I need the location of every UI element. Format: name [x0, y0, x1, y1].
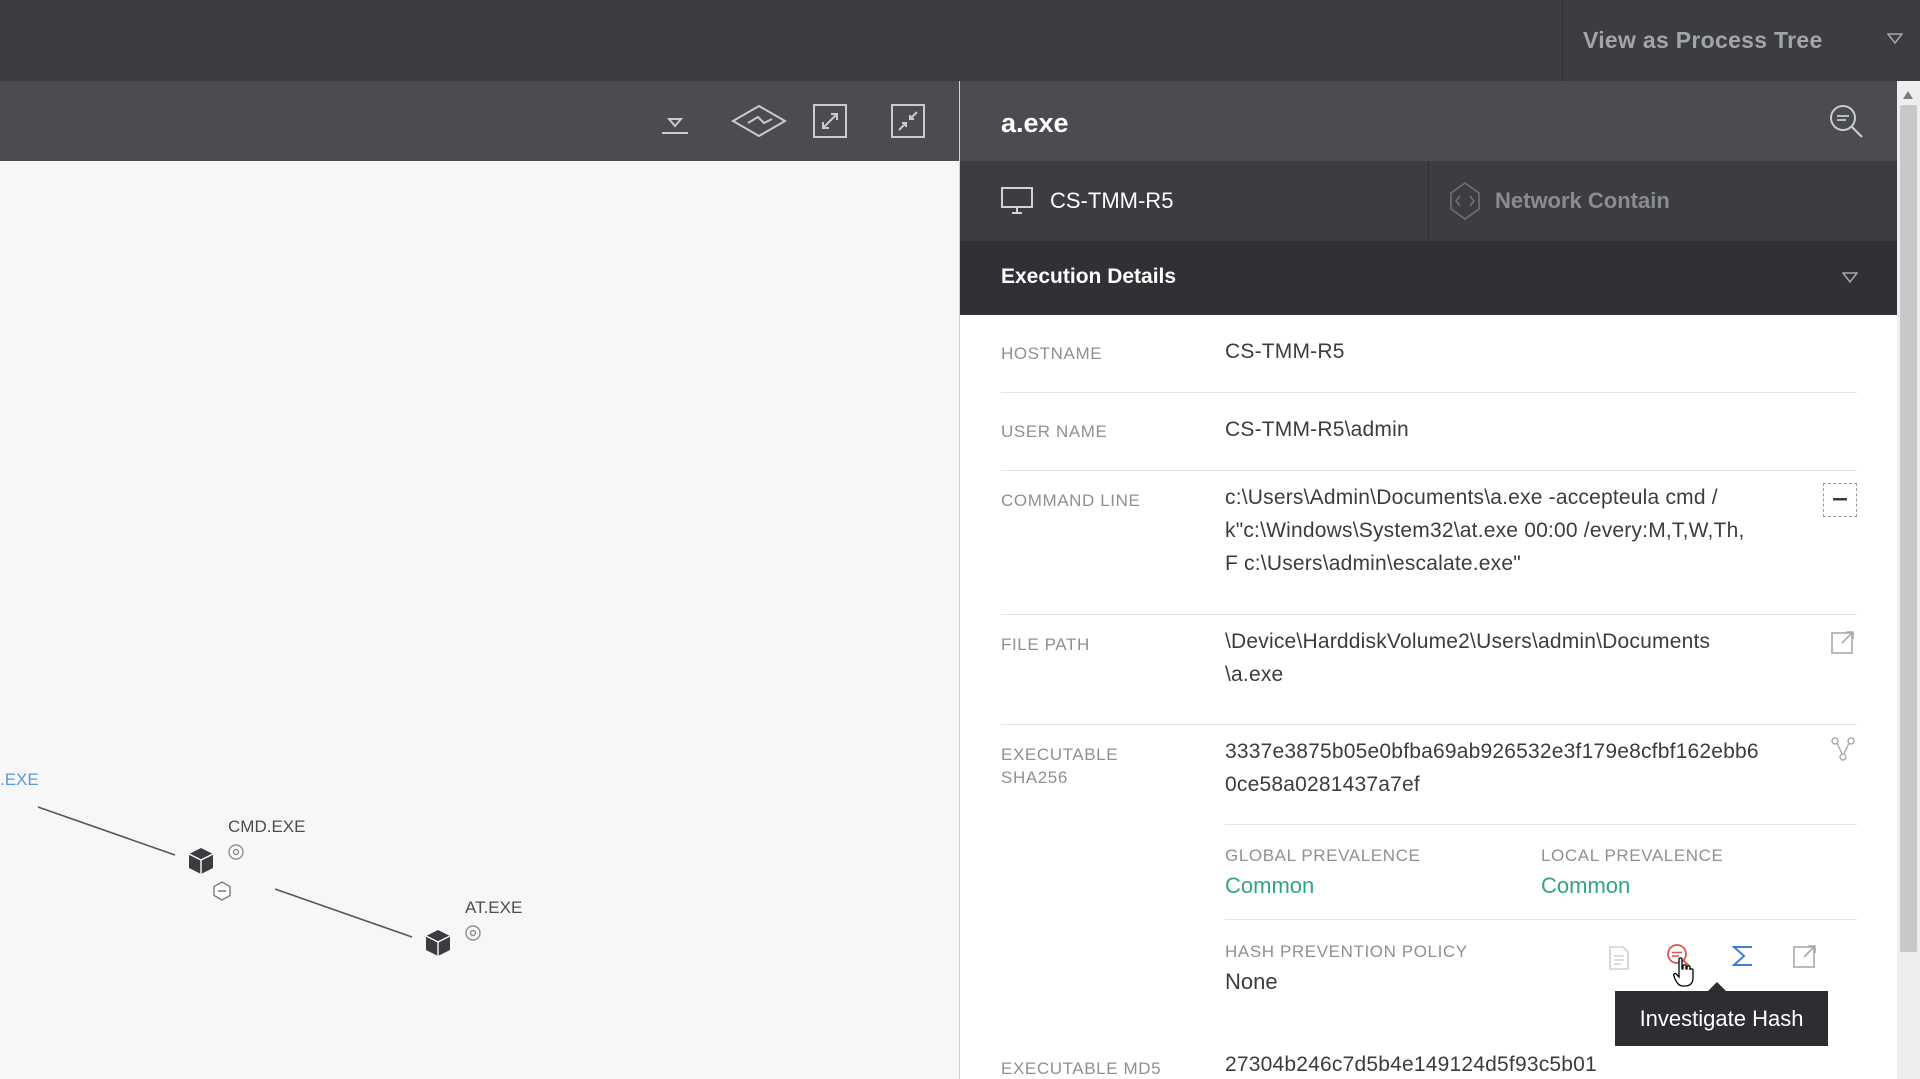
scrollbar-thumb[interactable] — [1900, 105, 1917, 952]
chevron-down-icon — [1886, 32, 1904, 50]
sha256-label-line: SHA256 — [1001, 768, 1068, 787]
chevron-down-icon — [1841, 271, 1859, 289]
target-icon[interactable] — [464, 924, 482, 947]
top-bar: View as Process Tree — [0, 0, 1920, 81]
command-line-value: c:\Users\Admin\Documents\a.exe -accepteu… — [1225, 481, 1825, 580]
global-prevalence-label: GLOBAL PREVALENCE — [1225, 846, 1421, 865]
panel-scrollbar[interactable] — [1897, 81, 1920, 1079]
local-prevalence-value: Common — [1541, 873, 1631, 898]
collapse-button[interactable] — [1823, 483, 1857, 517]
graph-node-cmd-label[interactable]: CMD.EXE — [228, 817, 305, 837]
process-graph-canvas[interactable]: .EXE CMD.EXE AT.EXE — [0, 161, 959, 1079]
hierarchy-icon[interactable] — [1829, 735, 1857, 763]
username-value: CS-TMM-R5\admin — [1225, 418, 1409, 441]
sha256-label: EXECUTABLE SHA256 — [1001, 743, 1118, 789]
sha256-label-line: EXECUTABLE — [1001, 745, 1119, 764]
md5-label: EXECUTABLE MD5 — [1001, 1059, 1162, 1078]
global-prevalence-value: Common — [1225, 873, 1315, 898]
tooltip-arrow — [1708, 982, 1726, 991]
execution-details-header[interactable]: Execution Details — [960, 241, 1898, 315]
divider — [1225, 824, 1857, 825]
tooltip-text: Investigate Hash — [1639, 1005, 1804, 1031]
target-icon[interactable] — [227, 843, 245, 866]
sum-icon[interactable] — [1729, 942, 1757, 970]
local-prevalence-label: LOCAL PREVALENCE — [1541, 846, 1724, 865]
command-line-text: k"c:\Windows\System32\at.exe 00:00 /ever… — [1225, 519, 1745, 542]
command-line-text: F c:\Users\admin\escalate.exe" — [1225, 552, 1521, 575]
cube-icon[interactable] — [423, 928, 453, 963]
details-panel: a.exe CS-TMM-R5 Network Contain Executio… — [959, 81, 1898, 1079]
hash-policy-label: HASH PREVENTION POLICY — [1225, 942, 1468, 961]
hostname-row: HOSTNAME CS-TMM-R5 — [1001, 315, 1857, 393]
cube-icon[interactable] — [186, 846, 216, 881]
file-path-text: \a.exe — [1225, 663, 1284, 686]
file-path-row: FILE PATH \Device\HarddiskVolume2\Users\… — [1001, 615, 1857, 725]
hash-policy-value: None — [1225, 969, 1278, 994]
copy-icon[interactable] — [1791, 942, 1819, 970]
sha256-value: 3337e3875b05e0bfba69ab926532e3f179e8cfbf… — [1225, 735, 1835, 801]
search-icon[interactable] — [1828, 103, 1864, 144]
scroll-up-icon[interactable] — [1902, 87, 1914, 105]
graph-node-at-label[interactable]: AT.EXE — [465, 898, 522, 918]
file-path-text: \Device\HarddiskVolume2\Users\admin\Docu… — [1225, 630, 1711, 653]
view-mode-label: View as Process Tree — [1583, 27, 1823, 53]
sha256-text: 0ce58a0281437a7ef — [1225, 773, 1420, 796]
command-line-label: COMMAND LINE — [1001, 491, 1141, 510]
hostname-label: HOSTNAME — [1001, 344, 1103, 363]
panel-title: a.exe — [1001, 108, 1069, 138]
collapse-icon[interactable] — [888, 101, 928, 141]
file-path-label: FILE PATH — [1001, 635, 1090, 654]
edit-policy-icon[interactable] — [1605, 944, 1633, 972]
username-label: USER NAME — [1001, 422, 1108, 441]
network-contain-label: Network Contain — [1495, 188, 1670, 213]
copy-icon[interactable] — [1829, 628, 1857, 656]
monitor-icon — [1000, 186, 1034, 216]
investigate-hash-tooltip: Investigate Hash — [1615, 982, 1828, 1046]
network-contain-icon — [1449, 181, 1481, 221]
command-line-row: COMMAND LINE c:\Users\Admin\Documents\a.… — [1001, 471, 1857, 615]
hostname-value: CS-TMM-R5 — [1225, 340, 1345, 363]
md5-value: 27304b246c7d5b4e149124d5f93c5b01 — [1225, 1053, 1597, 1076]
sha256-text: 3337e3875b05e0bfba69ab926532e3f179e8cfbf… — [1225, 740, 1759, 763]
expand-icon[interactable] — [810, 101, 850, 141]
host-label: CS-TMM-R5 — [1050, 188, 1174, 213]
hexagon-collapse-icon[interactable] — [212, 881, 232, 906]
panel-header: a.exe — [960, 81, 1898, 161]
divider — [1225, 919, 1857, 920]
minus-icon — [1833, 498, 1847, 501]
view-mode-dropdown[interactable]: View as Process Tree — [1562, 0, 1920, 81]
download-icon[interactable] — [655, 101, 695, 141]
layers-icon[interactable] — [731, 101, 787, 141]
graph-toolbar — [0, 81, 959, 161]
network-contain-button[interactable]: Network Contain — [1429, 161, 1898, 241]
graph-node-root-label[interactable]: .EXE — [0, 770, 39, 790]
file-path-value: \Device\HarddiskVolume2\Users\admin\Docu… — [1225, 625, 1825, 691]
host-bar: CS-TMM-R5 Network Contain — [960, 161, 1898, 241]
section-title: Execution Details — [1001, 265, 1177, 288]
hand-cursor-icon — [1673, 957, 1695, 992]
host-link[interactable]: CS-TMM-R5 — [960, 161, 1429, 241]
command-line-text: c:\Users\Admin\Documents\a.exe -accepteu… — [1225, 486, 1718, 509]
username-row: USER NAME CS-TMM-R5\admin — [1001, 393, 1857, 471]
